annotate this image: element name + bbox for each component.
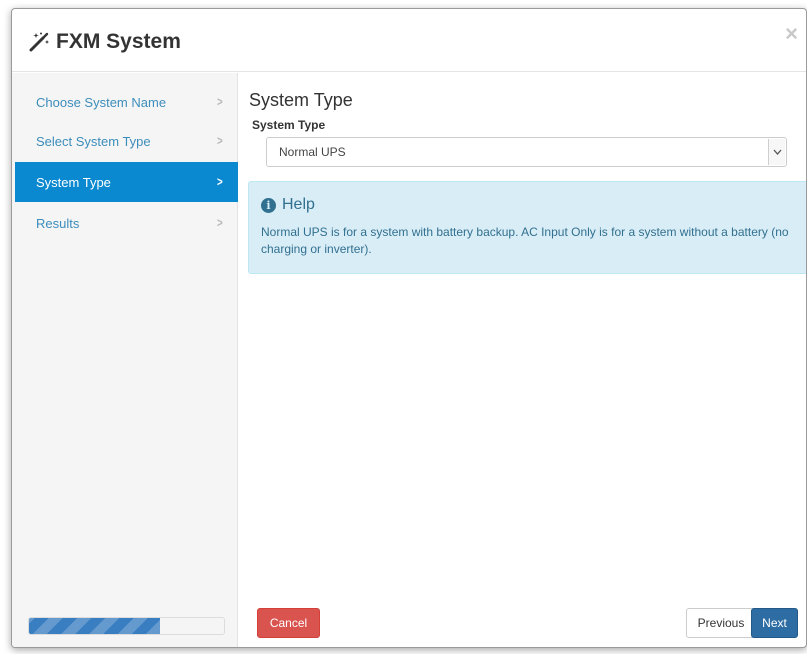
chevron-right-icon: > <box>217 133 224 148</box>
main-panel: System Type System Type Normal UPS i Hel… <box>239 73 806 647</box>
step-label: Choose System Name <box>36 94 167 110</box>
step-choose-system-name[interactable]: Choose System Name > <box>15 82 238 122</box>
magic-wand-icon <box>29 32 49 52</box>
step-results[interactable]: Results > <box>15 203 238 243</box>
section-title: System Type <box>249 90 353 110</box>
fxm-system-dialog: FXM System × Choose System Name > Select… <box>11 8 807 648</box>
system-type-select[interactable]: Normal UPS <box>266 137 787 167</box>
dialog-header: FXM System × <box>12 9 806 72</box>
chevron-down-icon <box>768 139 785 165</box>
chevron-right-icon: > <box>217 94 224 109</box>
dialog-title-text: FXM System <box>56 30 181 53</box>
close-icon[interactable]: × <box>785 23 798 45</box>
step-label: Results <box>36 215 80 231</box>
next-button[interactable]: Next <box>751 608 798 638</box>
wizard-steps-sidebar: Choose System Name > Select System Type … <box>12 73 238 647</box>
step-label: System Type <box>36 174 111 190</box>
chevron-right-icon: > <box>217 174 224 189</box>
step-label: Select System Type <box>36 133 151 149</box>
help-text: Normal UPS is for a system with battery … <box>261 225 789 256</box>
info-icon: i <box>261 197 276 213</box>
chevron-right-icon: > <box>217 215 224 230</box>
help-heading: i Help <box>261 196 795 214</box>
cancel-button[interactable]: Cancel <box>257 608 320 638</box>
system-type-label: System Type <box>252 118 326 132</box>
wizard-progress <box>28 617 225 635</box>
previous-button[interactable]: Previous <box>686 608 756 638</box>
help-title-text: Help <box>282 196 315 213</box>
step-select-system-type[interactable]: Select System Type > <box>15 121 238 161</box>
help-panel: i Help Normal UPS is for a system with b… <box>248 181 806 274</box>
select-value: Normal UPS <box>279 145 346 159</box>
dialog-title: FXM System <box>28 30 181 54</box>
wizard-progress-bar <box>29 618 160 634</box>
step-system-type[interactable]: System Type > <box>15 162 238 202</box>
